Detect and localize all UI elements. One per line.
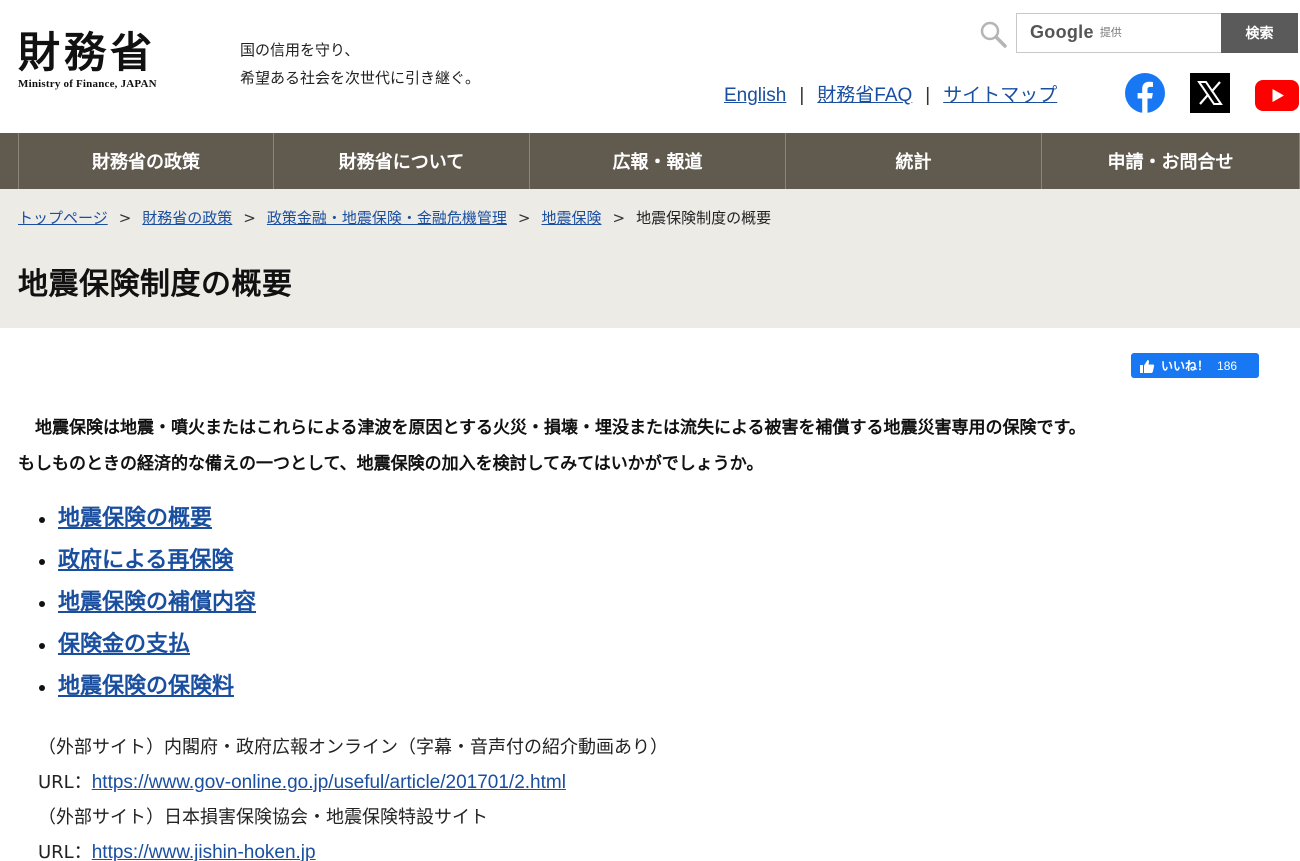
nav-item-contact[interactable]: 申請・お問合せ bbox=[1042, 133, 1300, 189]
external-sites: （外部サイト）内閣府・政府広報オンライン（字幕・音声付の紹介動画あり） URL：… bbox=[38, 730, 668, 861]
utility-separator: | bbox=[799, 85, 805, 106]
url-prefix: URL： bbox=[38, 842, 92, 861]
tagline-line-2: 希望ある社会を次世代に引き継ぐ。 bbox=[240, 69, 481, 87]
breadcrumb: トップページ > 財務省の政策 > 政策金融・地震保険・金融危機管理 > 地震保険 > 地震保険… bbox=[18, 207, 771, 228]
site-header: 財務省 Ministry of Finance, JAPAN 国の信用を守り、 … bbox=[0, 0, 1300, 133]
link-premium[interactable]: 地震保険の保険料 bbox=[58, 674, 234, 699]
content-link-list: 地震保険の概要 政府による再保険 地震保険の補償内容 保険金の支払 地震保険の保… bbox=[38, 500, 256, 710]
breadcrumb-separator: > bbox=[517, 209, 531, 227]
list-item: 政府による再保険 bbox=[38, 542, 256, 584]
logo-english: Ministry of Finance, JAPAN bbox=[18, 78, 157, 90]
global-nav: 財務省の政策 財務省について 広報・報道 統計 申請・お問合せ bbox=[0, 133, 1300, 189]
list-item: 地震保険の概要 bbox=[38, 500, 256, 542]
like-label: いいね！ bbox=[1161, 359, 1210, 373]
external-site-2-link[interactable]: https://www.jishin-hoken.jp bbox=[92, 842, 316, 861]
x-icon bbox=[1190, 73, 1230, 113]
logo-japanese: 財務省 bbox=[18, 28, 157, 77]
list-item: 保険金の支払 bbox=[38, 626, 256, 668]
nav-item-about[interactable]: 財務省について bbox=[274, 133, 530, 189]
breadcrumb-separator: > bbox=[243, 209, 256, 227]
breadcrumb-earthquake-insurance[interactable]: 地震保険 bbox=[541, 209, 601, 227]
like-count: 186 bbox=[1217, 358, 1238, 373]
search-input[interactable] bbox=[1016, 13, 1221, 53]
nav-item-statistics[interactable]: 統計 bbox=[786, 133, 1042, 189]
external-site-2-url-row: URL：https://www.jishin-hoken.jp bbox=[38, 835, 668, 861]
search-button[interactable]: 検索 bbox=[1221, 13, 1298, 53]
nav-item-press[interactable]: 広報・報道 bbox=[530, 133, 786, 189]
link-overview[interactable]: 地震保険の概要 bbox=[58, 506, 212, 531]
breadcrumb-finance[interactable]: 政策金融・地震保険・金融危機管理 bbox=[267, 209, 507, 227]
link-reinsurance[interactable]: 政府による再保険 bbox=[58, 548, 233, 573]
thumbs-up-icon bbox=[1140, 359, 1155, 373]
nav-item-policy[interactable]: 財務省の政策 bbox=[18, 133, 274, 189]
breadcrumb-policy[interactable]: 財務省の政策 bbox=[142, 209, 232, 227]
facebook-icon bbox=[1125, 73, 1165, 113]
breadcrumb-separator: > bbox=[118, 209, 132, 227]
breadcrumb-separator: > bbox=[612, 209, 626, 227]
list-item: 地震保険の補償内容 bbox=[38, 584, 256, 626]
breadcrumb-current: 地震保険制度の概要 bbox=[636, 209, 772, 227]
facebook-like-button[interactable]: いいね！ 186 bbox=[1131, 353, 1259, 378]
page-title: 地震保険制度の概要 bbox=[18, 267, 293, 302]
external-site-2-label: （外部サイト）日本損害保険協会・地震保険特設サイト bbox=[38, 807, 488, 828]
utility-links: English | 財務省FAQ | サイトマップ bbox=[724, 80, 1057, 107]
english-link[interactable]: English bbox=[724, 85, 786, 106]
faq-link[interactable]: 財務省FAQ bbox=[817, 85, 912, 106]
search-icon bbox=[980, 21, 1007, 48]
youtube-icon bbox=[1255, 80, 1299, 111]
breadcrumb-top[interactable]: トップページ bbox=[18, 209, 108, 227]
tagline-line-1: 国の信用を守り、 bbox=[240, 41, 360, 59]
x-link[interactable] bbox=[1190, 73, 1230, 113]
facebook-link[interactable] bbox=[1125, 73, 1165, 113]
tagline: 国の信用を守り、 希望ある社会を次世代に引き継ぐ。 bbox=[240, 36, 480, 92]
intro-text: 地震保険は地震・噴火またはこれらによる津波を原因とする火災・損壊・埋没または流失… bbox=[18, 410, 1288, 482]
title-area: トップページ > 財務省の政策 > 政策金融・地震保険・金融危機管理 > 地震保険 > 地震保険… bbox=[0, 189, 1300, 328]
link-payment[interactable]: 保険金の支払 bbox=[58, 632, 190, 657]
url-prefix: URL： bbox=[38, 772, 92, 793]
list-item: 地震保険の保険料 bbox=[38, 668, 256, 710]
intro-line-1: 地震保険は地震・噴火またはこれらによる津波を原因とする火災・損壊・埋没または流失… bbox=[18, 418, 1086, 438]
external-site-1-link[interactable]: https://www.gov-online.go.jp/useful/arti… bbox=[92, 772, 566, 793]
youtube-link[interactable] bbox=[1255, 80, 1299, 111]
link-coverage[interactable]: 地震保険の補償内容 bbox=[58, 590, 256, 615]
site-logo[interactable]: 財務省 Ministry of Finance, JAPAN bbox=[18, 28, 157, 91]
site-search: Google 提供 検索 bbox=[978, 13, 1298, 53]
sitemap-link[interactable]: サイトマップ bbox=[943, 85, 1057, 106]
external-site-1-url-row: URL：https://www.gov-online.go.jp/useful/… bbox=[38, 765, 668, 800]
utility-separator: | bbox=[925, 85, 931, 106]
external-site-1-label: （外部サイト）内閣府・政府広報オンライン（字幕・音声付の紹介動画あり） bbox=[38, 737, 668, 758]
intro-line-2: もしものときの経済的な備えの一つとして、地震保険の加入を検討してみてはいかがでし… bbox=[18, 454, 764, 474]
